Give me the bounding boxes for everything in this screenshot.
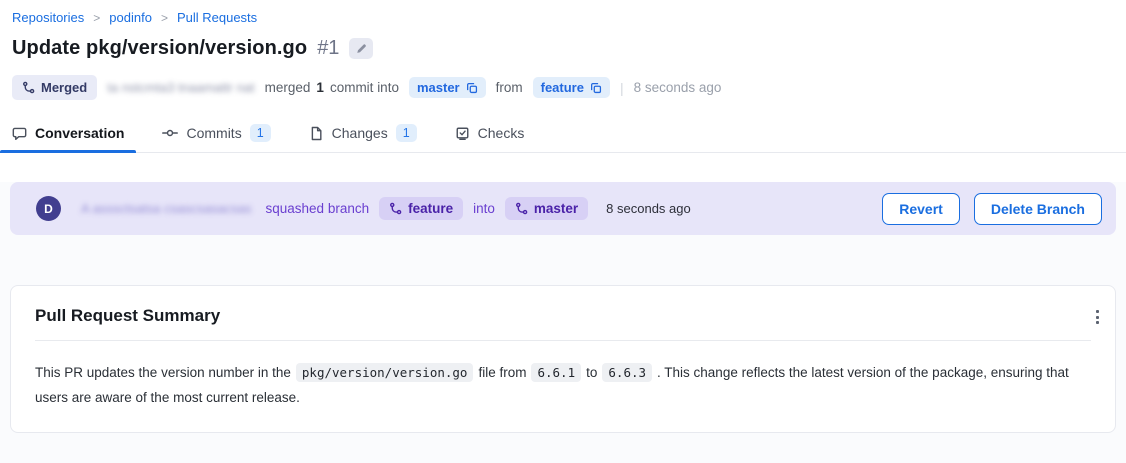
breadcrumb-pull-requests[interactable]: Pull Requests	[177, 10, 257, 25]
merge-sentence: merged 1 commit into	[265, 80, 399, 95]
card-header: Pull Request Summary	[35, 306, 1091, 326]
content-area: D A asssctsatsa csascsasacsas squashed b…	[0, 182, 1126, 463]
tab-label: Checks	[478, 125, 525, 141]
tab-conversation[interactable]: Conversation	[0, 114, 136, 152]
commit-icon	[162, 125, 178, 141]
breadcrumb: Repositories > podinfo > Pull Requests	[12, 10, 1114, 25]
merged-word: merged	[265, 80, 311, 95]
banner-timestamp: 8 seconds ago	[606, 201, 691, 216]
commit-count: 1	[316, 80, 324, 95]
target-branch-name: master	[417, 80, 460, 95]
commit-word: commit into	[330, 80, 399, 95]
merged-banner: D A asssctsatsa csascsasacsas squashed b…	[10, 182, 1116, 235]
tab-checks[interactable]: Checks	[443, 114, 537, 152]
card-menu-button[interactable]	[1090, 304, 1105, 330]
status-badge: Merged	[12, 75, 97, 100]
branch-name: feature	[408, 201, 453, 216]
git-merge-icon	[515, 202, 528, 215]
edit-title-button[interactable]	[349, 38, 373, 59]
tab-commits[interactable]: Commits 1	[150, 114, 282, 152]
source-branch-name: feature	[541, 80, 584, 95]
avatar[interactable]: D	[36, 196, 61, 221]
copy-icon[interactable]	[466, 82, 478, 94]
pull-request-summary-card: Pull Request Summary This PR updates the…	[10, 285, 1116, 433]
changes-count-badge: 1	[396, 124, 417, 142]
breadcrumb-repositories[interactable]: Repositories	[12, 10, 84, 25]
checklist-icon	[455, 126, 470, 141]
page-header: Repositories > podinfo > Pull Requests U…	[0, 0, 1126, 100]
pr-description: This PR updates the version number in th…	[35, 360, 1075, 410]
status-badge-label: Merged	[41, 80, 87, 95]
git-merge-icon	[22, 81, 35, 94]
title-row: Update pkg/version/version.go #1	[12, 37, 1114, 60]
kebab-icon	[1096, 310, 1099, 324]
commits-count-badge: 1	[250, 124, 271, 142]
card-title: Pull Request Summary	[35, 306, 220, 326]
banner-actions: Revert Delete Branch	[882, 193, 1102, 225]
branch-name: master	[534, 201, 578, 216]
action-text: squashed branch	[266, 201, 370, 216]
pencil-icon	[355, 42, 368, 55]
into-word: into	[473, 201, 495, 216]
target-branch-pill[interactable]: master	[505, 197, 588, 220]
pr-status-row: Merged ta nstcmta3 tnaamattr nat merged …	[12, 75, 1114, 100]
breadcrumb-separator: >	[161, 11, 168, 25]
tab-bar: Conversation Commits 1 Changes 1	[0, 114, 1126, 153]
file-icon	[309, 126, 324, 141]
tab-label: Changes	[332, 125, 388, 141]
source-branch-pill[interactable]: feature	[379, 197, 463, 220]
delete-branch-button[interactable]: Delete Branch	[974, 193, 1102, 225]
breadcrumb-podinfo[interactable]: podinfo	[109, 10, 152, 25]
breadcrumb-separator: >	[93, 11, 100, 25]
pr-timestamp: 8 seconds ago	[634, 80, 722, 95]
redacted-author: ta nstcmta3 tnaamattr nat	[107, 80, 254, 95]
tab-changes[interactable]: Changes 1	[297, 114, 429, 152]
copy-icon[interactable]	[590, 82, 602, 94]
divider: |	[620, 80, 624, 96]
from-word: from	[496, 80, 523, 95]
pr-number: #1	[317, 37, 339, 60]
card-divider	[35, 340, 1091, 341]
git-merge-icon	[389, 202, 402, 215]
tab-label: Conversation	[35, 125, 124, 141]
target-branch-pill[interactable]: master	[409, 77, 486, 98]
banner-action-text: squashed branch feature into	[266, 197, 589, 220]
tab-label: Commits	[186, 125, 241, 141]
page-title: Update pkg/version/version.go	[12, 37, 307, 60]
speech-bubble-icon	[12, 126, 27, 141]
revert-button[interactable]: Revert	[882, 193, 960, 225]
redacted-author: A asssctsatsa csascsasacsas	[81, 201, 252, 216]
source-branch-pill[interactable]: feature	[533, 77, 610, 98]
